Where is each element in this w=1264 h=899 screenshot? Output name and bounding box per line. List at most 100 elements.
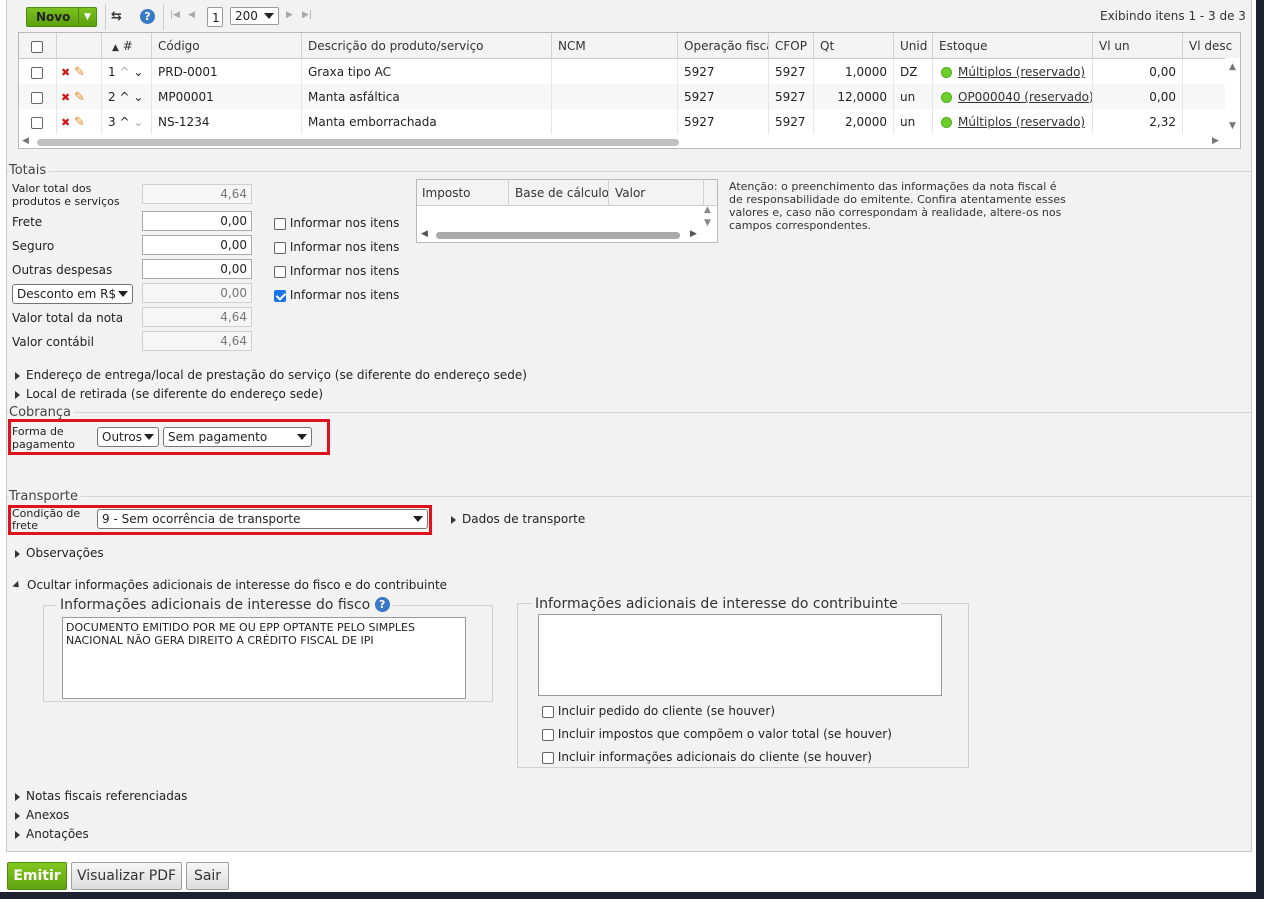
info-fisco-help-icon[interactable]: ? bbox=[374, 597, 390, 612]
table-row[interactable]: ✖ ✎ 1 ^ ⌄ PRD-0001 Graxa tipo AC 5927 59… bbox=[19, 59, 1225, 84]
page-size-select[interactable]: 200 bbox=[230, 7, 279, 25]
move-down-icon[interactable]: ⌄ bbox=[133, 115, 143, 129]
info-fisco-textarea[interactable]: DOCUMENTO EMITIDO POR ME OU EPP OPTANTE … bbox=[62, 617, 466, 699]
anexos-label: Anexos bbox=[26, 808, 70, 822]
row-checkbox[interactable] bbox=[19, 59, 57, 84]
sair-button[interactable]: Sair bbox=[186, 862, 229, 890]
new-button[interactable]: Novo ▼ bbox=[26, 7, 97, 27]
delete-icon[interactable]: ✖ bbox=[61, 116, 70, 129]
contabil-field[interactable]: 4,64 bbox=[142, 331, 252, 351]
header-unid[interactable]: Unid bbox=[894, 33, 933, 58]
observacoes-toggle[interactable]: Observações bbox=[15, 546, 104, 560]
frete-field[interactable]: 0,00 bbox=[142, 211, 252, 231]
total-nota-field[interactable]: 4,64 bbox=[142, 307, 252, 327]
seguro-informar[interactable]: Informar nos itens bbox=[274, 240, 399, 254]
incluir-pedido-checkbox[interactable] bbox=[542, 705, 554, 718]
header-qt[interactable]: Qt bbox=[814, 33, 894, 58]
table-row[interactable]: ✖ ✎ 2 ^ ⌄ MP00001 Manta asfáltica 5927 5… bbox=[19, 84, 1225, 109]
move-down-icon[interactable]: ⌄ bbox=[133, 65, 143, 79]
next-page-icon[interactable]: ▶ bbox=[286, 10, 293, 20]
incluir-info-cliente-option[interactable]: Incluir informações adicionais do client… bbox=[542, 750, 872, 764]
outras-informar[interactable]: Informar nos itens bbox=[274, 264, 399, 278]
help-icon[interactable]: ? bbox=[140, 9, 155, 24]
scroll-thumb[interactable] bbox=[37, 139, 679, 146]
header-operacao[interactable]: Operação fiscal bbox=[678, 33, 769, 58]
move-down-icon[interactable]: ⌄ bbox=[133, 90, 143, 104]
edit-icon[interactable]: ✎ bbox=[74, 90, 85, 105]
pagamento-select[interactable]: Sem pagamento bbox=[163, 427, 312, 447]
impostos-scroll-down-icon[interactable]: ▼ bbox=[704, 218, 711, 228]
impostos-scroll-up-icon[interactable]: ▲ bbox=[704, 205, 711, 215]
seguro-field[interactable]: 0,00 bbox=[142, 235, 252, 255]
impostos-scroll-right-icon[interactable]: ▶ bbox=[690, 229, 697, 239]
condicao-frete-select[interactable]: 9 - Sem ocorrência de transporte bbox=[97, 509, 428, 529]
scroll-right-icon[interactable]: ▶ bbox=[1212, 136, 1219, 146]
header-descricao[interactable]: Descrição do produto/serviço bbox=[302, 33, 552, 58]
estoque-link[interactable]: Múltiplos (reservado) bbox=[958, 115, 1085, 129]
move-up-icon[interactable]: ^ bbox=[119, 90, 129, 104]
scroll-left-icon[interactable]: ◀ bbox=[22, 136, 29, 146]
visualizar-pdf-button[interactable]: Visualizar PDF bbox=[71, 862, 182, 890]
header-codigo[interactable]: Código bbox=[152, 33, 302, 58]
header-vldesc[interactable]: Vl desc bbox=[1183, 33, 1240, 58]
row-checkbox[interactable] bbox=[19, 84, 57, 109]
new-dropdown-icon[interactable]: ▼ bbox=[78, 8, 96, 26]
move-up-icon[interactable]: ^ bbox=[119, 65, 129, 79]
header-vlun[interactable]: Vl un bbox=[1093, 33, 1183, 58]
base-col[interactable]: Base de cálculo bbox=[509, 180, 609, 205]
anexos-toggle[interactable]: Anexos bbox=[15, 808, 69, 822]
scroll-down-icon[interactable]: ▼ bbox=[1229, 121, 1236, 131]
header-number[interactable]: ▲ # bbox=[102, 33, 152, 58]
header-cfop[interactable]: CFOP bbox=[769, 33, 814, 58]
move-up-icon[interactable]: ^ bbox=[119, 115, 129, 129]
grid-horizontal-scrollbar[interactable]: ◀ ▶ bbox=[19, 135, 1225, 148]
valor-col[interactable]: Valor bbox=[609, 180, 704, 205]
impostos-scroll-left-icon[interactable]: ◀ bbox=[421, 229, 428, 239]
valor-total-field[interactable]: 4,64 bbox=[142, 184, 252, 204]
refresh-icon[interactable]: ⇆ bbox=[111, 9, 122, 24]
row-number-value: 1 bbox=[108, 65, 116, 79]
desconto-field[interactable]: 0,00 bbox=[142, 283, 252, 303]
local-retirada-toggle[interactable]: Local de retirada (se diferente do ender… bbox=[15, 387, 323, 401]
last-page-icon[interactable]: ▶| bbox=[302, 10, 312, 20]
delete-icon[interactable]: ✖ bbox=[61, 91, 70, 104]
incluir-pedido-option[interactable]: Incluir pedido do cliente (se houver) bbox=[542, 704, 775, 718]
row-checkbox[interactable] bbox=[19, 109, 57, 134]
scroll-up-icon[interactable]: ▲ bbox=[1229, 62, 1236, 72]
notas-ref-toggle[interactable]: Notas fiscais referenciadas bbox=[15, 789, 187, 803]
forma-pagamento-select[interactable]: Outros bbox=[97, 427, 159, 447]
edit-icon[interactable]: ✎ bbox=[74, 65, 85, 80]
outras-field[interactable]: 0,00 bbox=[142, 259, 252, 279]
delete-icon[interactable]: ✖ bbox=[61, 66, 70, 79]
dados-transporte-toggle[interactable]: Dados de transporte bbox=[451, 512, 585, 526]
page-input[interactable]: 1 bbox=[207, 7, 223, 27]
info-contribuinte-textarea[interactable] bbox=[538, 614, 942, 696]
incluir-impostos-option[interactable]: Incluir impostos que compõem o valor tot… bbox=[542, 727, 892, 741]
desconto-informar[interactable]: Informar nos itens bbox=[274, 288, 399, 302]
imposto-col[interactable]: Imposto bbox=[417, 180, 509, 205]
endereco-entrega-toggle[interactable]: Endereço de entrega/local de prestação d… bbox=[15, 368, 527, 382]
anotacoes-label: Anotações bbox=[26, 827, 89, 841]
desconto-informar-checkbox[interactable] bbox=[274, 289, 286, 302]
incluir-info-cliente-checkbox[interactable] bbox=[542, 751, 554, 764]
grid-vertical-scrollbar[interactable]: ▲ ▼ bbox=[1225, 58, 1240, 135]
desconto-select[interactable]: Desconto em R$ bbox=[12, 284, 133, 304]
estoque-link[interactable]: Múltiplos (reservado) bbox=[958, 65, 1085, 79]
anotacoes-toggle[interactable]: Anotações bbox=[15, 827, 89, 841]
incluir-impostos-checkbox[interactable] bbox=[542, 728, 554, 741]
estoque-link[interactable]: OP000040 (reservado) bbox=[958, 90, 1092, 104]
select-all-checkbox[interactable] bbox=[19, 33, 57, 58]
frete-informar-checkbox[interactable] bbox=[274, 217, 286, 230]
header-estoque[interactable]: Estoque bbox=[933, 33, 1093, 58]
prev-page-icon[interactable]: ◀ bbox=[188, 10, 195, 20]
impostos-scroll-thumb[interactable] bbox=[436, 232, 680, 239]
header-ncm[interactable]: NCM bbox=[552, 33, 678, 58]
ocultar-info-toggle[interactable]: Ocultar informações adicionais de intere… bbox=[12, 578, 447, 592]
table-row[interactable]: ✖ ✎ 3 ^ ⌄ NS-1234 Manta emborrachada 592… bbox=[19, 109, 1225, 134]
seguro-informar-checkbox[interactable] bbox=[274, 241, 286, 254]
edit-icon[interactable]: ✎ bbox=[74, 115, 85, 130]
outras-informar-checkbox[interactable] bbox=[274, 265, 286, 278]
frete-informar[interactable]: Informar nos itens bbox=[274, 216, 399, 230]
emitir-button[interactable]: Emitir bbox=[7, 862, 67, 890]
first-page-icon[interactable]: |◀ bbox=[170, 10, 180, 20]
